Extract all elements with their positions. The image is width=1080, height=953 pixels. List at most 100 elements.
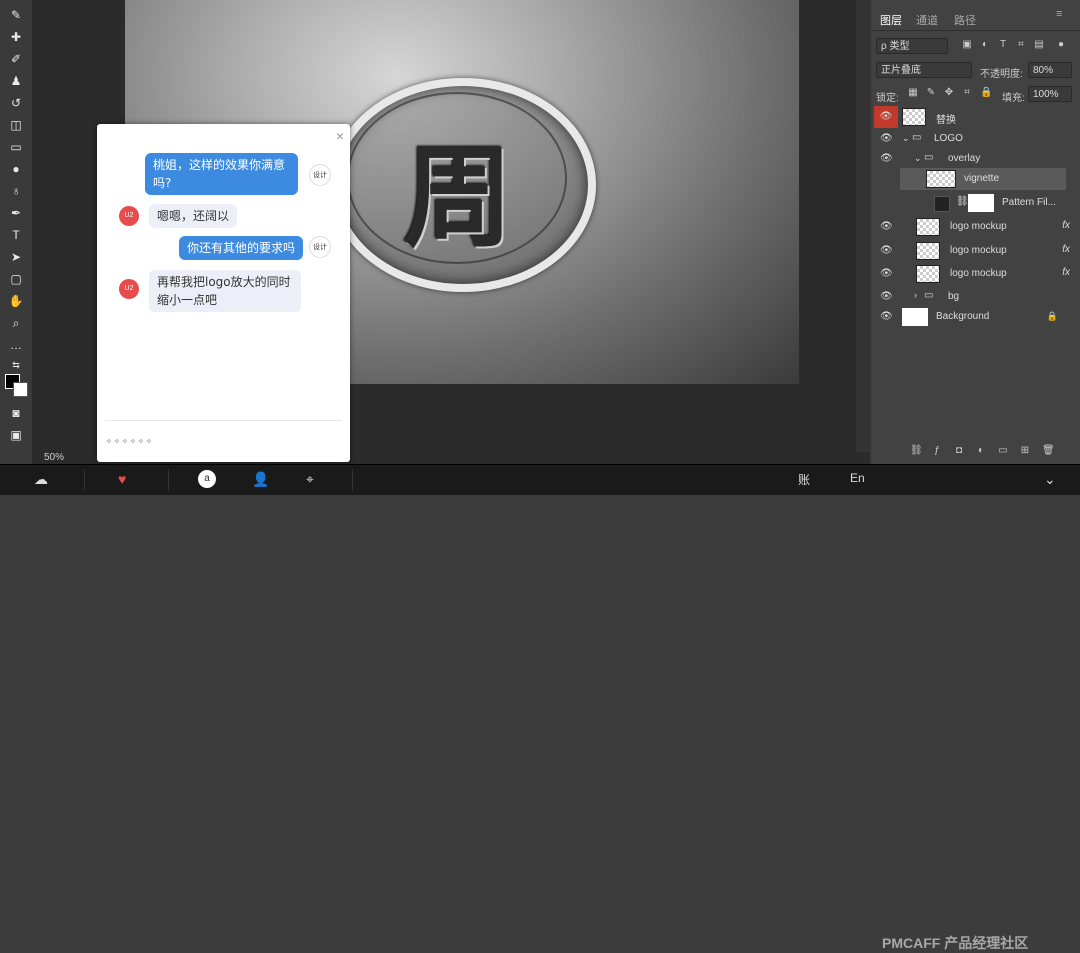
input-method-icon[interactable]: 账: [798, 471, 810, 488]
stamp-tool-icon[interactable]: ♟: [6, 72, 26, 90]
eyedropper-tool-icon[interactable]: ✎: [6, 6, 26, 24]
layer-name: logo mockup: [950, 221, 1007, 232]
panel-menu-icon[interactable]: ≡: [1056, 8, 1062, 20]
panel-tabs: 图层 通道 路径 ≡: [872, 8, 1080, 31]
visibility-eye-icon[interactable]: 👁: [880, 268, 893, 279]
fill-field[interactable]: 100%: [1028, 86, 1072, 102]
close-icon[interactable]: ×: [336, 128, 344, 144]
layer-row-selected[interactable]: vignette: [900, 168, 1066, 190]
fill-label: 填充:: [1002, 93, 1025, 104]
layer-thumbnail: [916, 242, 940, 260]
rectangle-tool-icon[interactable]: ▢: [6, 270, 26, 288]
add-style-icon[interactable]: ƒ: [932, 446, 942, 456]
new-group-icon[interactable]: ▭: [998, 446, 1008, 456]
lock-position-icon[interactable]: ✥: [944, 88, 954, 98]
fx-icon[interactable]: fx: [1062, 220, 1070, 231]
visibility-eye-icon[interactable]: 👁: [880, 245, 893, 256]
filter-adjust-icon[interactable]: ◐: [980, 40, 990, 50]
chevron-down-icon[interactable]: ⌄: [1044, 471, 1056, 488]
layer-thumbnail: [916, 265, 940, 283]
filter-shape-icon[interactable]: ⌗: [1016, 40, 1026, 50]
add-mask-icon[interactable]: ◘: [954, 446, 964, 456]
layer-row[interactable]: 👁 logo mockup fx: [872, 216, 1080, 238]
path-select-tool-icon[interactable]: ➤: [6, 248, 26, 266]
screen-mode-icon[interactable]: ▣: [6, 426, 26, 444]
layer-row[interactable]: ⛓ Pattern Fil...: [872, 192, 1080, 214]
new-layer-icon[interactable]: ⊞: [1020, 446, 1030, 456]
location-icon[interactable]: ⌖: [306, 471, 314, 488]
fx-icon[interactable]: fx: [1062, 267, 1070, 278]
contacts-icon[interactable]: 👤: [252, 471, 269, 488]
filter-type-icon[interactable]: T: [998, 40, 1008, 50]
lock-all-icon[interactable]: 🔒: [980, 88, 992, 98]
layer-name: bg: [948, 291, 960, 302]
folder-icon: ▭: [912, 132, 922, 143]
layer-row[interactable]: 👁 logo mockup fx: [872, 240, 1080, 262]
layer-row[interactable]: 👁 logo mockup fx: [872, 263, 1080, 285]
lock-icon: 🔒: [1046, 311, 1058, 321]
background-color-swatch[interactable]: [13, 382, 28, 397]
tab-channels[interactable]: 通道: [916, 12, 938, 28]
layer-group-row[interactable]: 👁 › ▭ bg: [872, 286, 1080, 308]
layer-filter-select[interactable]: ρ 类型: [876, 38, 948, 54]
visibility-eye-icon[interactable]: 👁: [880, 291, 893, 302]
lock-row: 锁定: ▦ ✎ ✥ ⌗ 🔒 填充: 100%: [876, 86, 1076, 104]
taskbar-divider: [352, 469, 353, 491]
layer-thumbnail: [926, 170, 956, 188]
zoom-level[interactable]: 50%: [44, 452, 64, 463]
type-tool-icon[interactable]: T: [6, 226, 26, 244]
layer-group-row[interactable]: 👁 ⌄ ▭ LOGO: [872, 128, 1080, 150]
avatar-them: U2: [119, 279, 139, 299]
folder-icon: ▭: [924, 152, 934, 163]
chevron-right-icon[interactable]: ›: [914, 290, 917, 300]
blend-mode-select[interactable]: 正片叠底: [876, 62, 972, 78]
blur-tool-icon[interactable]: ●: [6, 160, 26, 178]
app-avatar-icon[interactable]: a: [198, 470, 216, 488]
cloud-upload-icon[interactable]: ☁: [34, 471, 48, 488]
pen-tool-icon[interactable]: ✒: [6, 204, 26, 222]
brush-tool-icon[interactable]: ✐: [6, 50, 26, 68]
chat-notification-icon[interactable]: ♥: [118, 471, 126, 487]
filter-toggle-icon[interactable]: ●: [1056, 40, 1066, 50]
filter-smart-icon[interactable]: ▤: [1034, 40, 1044, 50]
visibility-eye-icon[interactable]: 👁: [880, 153, 893, 164]
adjustment-layer-icon[interactable]: ◐: [976, 446, 986, 456]
chevron-down-icon[interactable]: ⌄: [914, 153, 922, 164]
hand-tool-icon[interactable]: ✋: [6, 292, 26, 310]
visibility-eye-icon[interactable]: 👁: [880, 221, 893, 232]
history-brush-tool-icon[interactable]: ↺: [6, 94, 26, 112]
panel-bottom-bar: ⛓ ƒ ◘ ◐ ▭ ⊞ 🗑: [872, 444, 1080, 462]
healing-brush-tool-icon[interactable]: ✚: [6, 28, 26, 46]
avatar-me: 设计: [309, 164, 331, 186]
layer-name: logo mockup: [950, 245, 1007, 256]
quick-mask-icon[interactable]: ◙: [6, 404, 26, 422]
more-tools-icon[interactable]: …: [6, 336, 26, 354]
message-input[interactable]: 。。。。。。: [107, 430, 160, 445]
chevron-down-icon[interactable]: ⌄: [902, 133, 910, 144]
language-icon[interactable]: En: [850, 471, 865, 485]
filter-pixel-icon[interactable]: ▣: [962, 40, 972, 50]
layer-row[interactable]: 👁 替换: [872, 106, 1080, 128]
opacity-field[interactable]: 80%: [1028, 62, 1072, 78]
layer-row[interactable]: 👁 Background 🔒: [872, 306, 1080, 328]
tab-paths[interactable]: 路径: [954, 12, 976, 28]
visibility-eye-icon[interactable]: 👁: [880, 311, 893, 322]
layer-thumbnail: [902, 108, 926, 126]
vertical-scrollbar[interactable]: [856, 0, 870, 452]
visibility-eye-icon[interactable]: 👁: [874, 106, 898, 128]
zoom-tool-icon[interactable]: ⌕: [6, 314, 26, 332]
taskbar-divider: [168, 469, 169, 491]
link-layers-icon[interactable]: ⛓: [910, 446, 923, 456]
gradient-tool-icon[interactable]: ▭: [6, 138, 26, 156]
layer-group-row[interactable]: 👁 ⌄ ▭ overlay: [872, 148, 1080, 170]
visibility-eye-icon[interactable]: 👁: [880, 133, 893, 144]
lock-transparent-icon[interactable]: ▦: [908, 88, 918, 98]
swap-colors-icon[interactable]: ⇆: [6, 356, 26, 374]
lock-artboard-icon[interactable]: ⌗: [962, 88, 972, 98]
delete-layer-icon[interactable]: 🗑: [1042, 446, 1055, 456]
tab-layers[interactable]: 图层: [880, 12, 902, 28]
lock-pixels-icon[interactable]: ✎: [926, 88, 936, 98]
fx-icon[interactable]: fx: [1062, 244, 1070, 255]
eraser-tool-icon[interactable]: ◫: [6, 116, 26, 134]
dodge-tool-icon[interactable]: ♁: [6, 182, 26, 200]
